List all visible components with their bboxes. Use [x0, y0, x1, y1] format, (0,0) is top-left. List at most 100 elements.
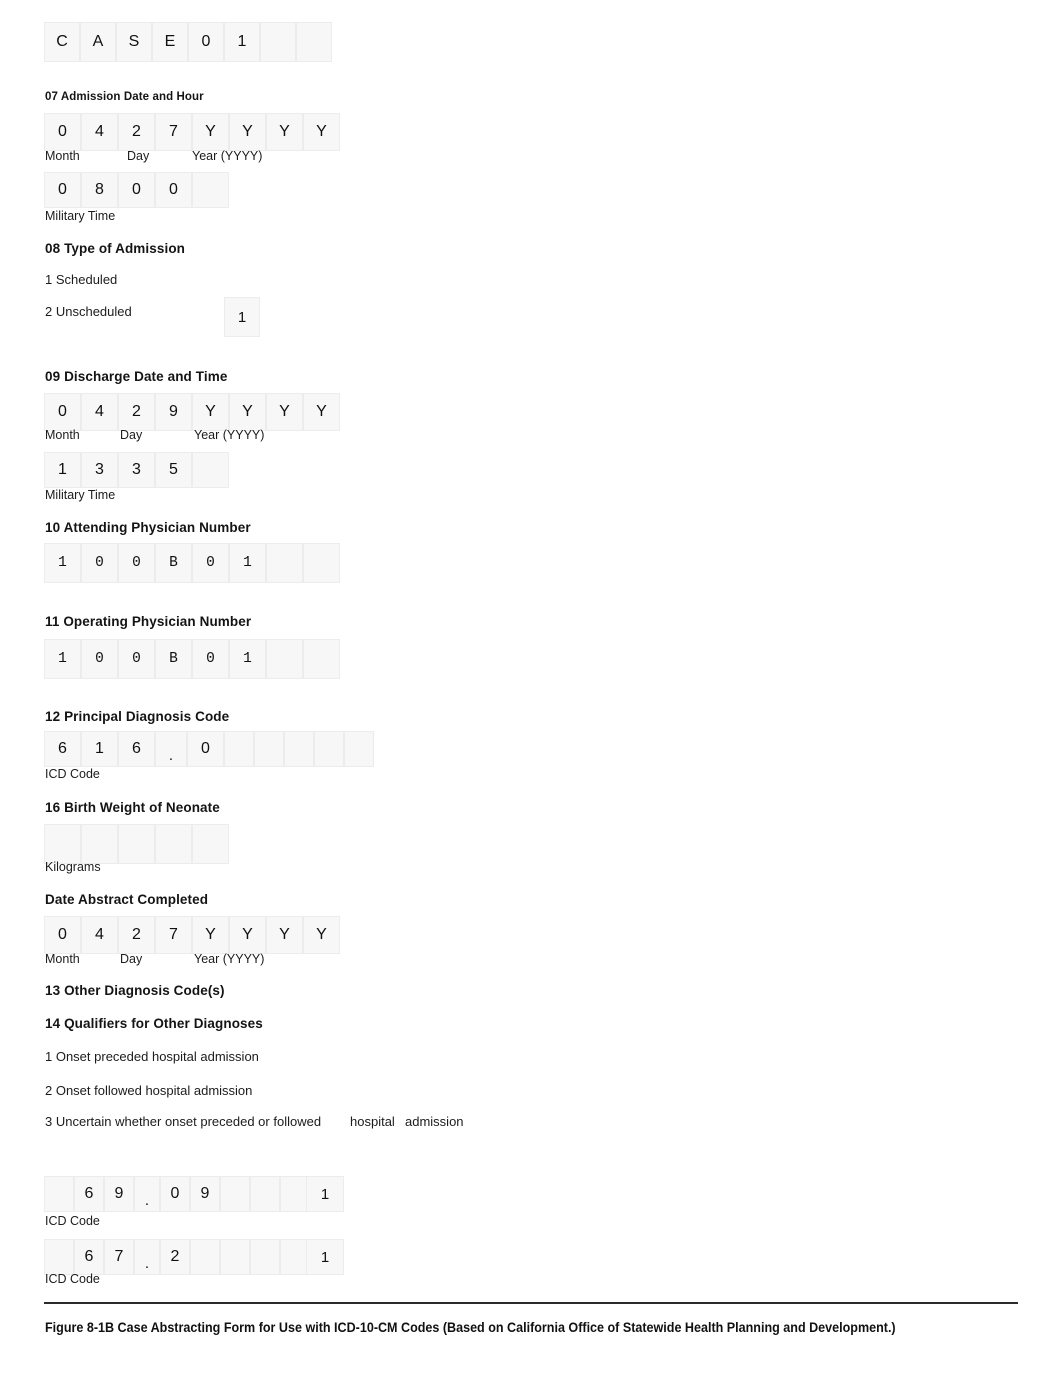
- case-id-cell-8[interactable]: [296, 22, 332, 62]
- attending-physician-cell-4[interactable]: B: [155, 543, 192, 583]
- attending-physician-cell-8[interactable]: [303, 543, 340, 583]
- discharge-year-2[interactable]: Y: [229, 393, 266, 431]
- discharge-day-tens[interactable]: 2: [118, 393, 155, 431]
- admission-time-2[interactable]: 8: [81, 172, 118, 208]
- discharge-year-4[interactable]: Y: [303, 393, 340, 431]
- principal-dx-cell-5[interactable]: [224, 731, 254, 767]
- case-id-cell-3[interactable]: S: [116, 22, 152, 62]
- admission-time-4[interactable]: 0: [155, 172, 192, 208]
- other-dx-1-qualifier-box[interactable]: 1: [306, 1176, 344, 1212]
- operating-physician-cell-8[interactable]: [303, 639, 340, 679]
- field-16-row[interactable]: [44, 824, 229, 864]
- operating-physician-cell-2[interactable]: 0: [81, 639, 118, 679]
- case-id-cell-2[interactable]: A: [80, 22, 116, 62]
- attending-physician-cell-6[interactable]: 1: [229, 543, 266, 583]
- abstract-year-2[interactable]: Y: [229, 916, 266, 954]
- case-id-cell-5[interactable]: 0: [188, 22, 224, 62]
- field-11-row[interactable]: 1 0 0 B 0 1: [44, 639, 340, 679]
- principal-dx-cell-3[interactable]: 6: [118, 731, 155, 767]
- operating-physician-cell-4[interactable]: B: [155, 639, 192, 679]
- attending-physician-cell-7[interactable]: [266, 543, 303, 583]
- principal-dx-cell-1[interactable]: 6: [44, 731, 81, 767]
- other-dx-row-2[interactable]: 6 7 . 2: [44, 1239, 310, 1275]
- other-dx-2-cell-6[interactable]: [220, 1239, 250, 1275]
- principal-dx-cell-9[interactable]: [344, 731, 374, 767]
- operating-physician-cell-1[interactable]: 1: [44, 639, 81, 679]
- field-07-date-row[interactable]: 0 4 2 7 Y Y Y Y: [44, 113, 340, 151]
- admission-year-3[interactable]: Y: [266, 113, 303, 151]
- other-dx-1-cell-7[interactable]: [250, 1176, 280, 1212]
- case-id-cell-7[interactable]: [260, 22, 296, 62]
- discharge-year-3[interactable]: Y: [266, 393, 303, 431]
- field-09-date-row[interactable]: 0 4 2 9 Y Y Y Y: [44, 393, 340, 431]
- operating-physician-cell-3[interactable]: 0: [118, 639, 155, 679]
- admission-month-ones[interactable]: 4: [81, 113, 118, 151]
- case-id-cell-1[interactable]: C: [44, 22, 80, 62]
- operating-physician-cell-5[interactable]: 0: [192, 639, 229, 679]
- case-id-cell-6[interactable]: 1: [224, 22, 260, 62]
- discharge-month-tens[interactable]: 0: [44, 393, 81, 431]
- other-dx-1-cell-6[interactable]: [220, 1176, 250, 1212]
- admission-month-tens[interactable]: 0: [44, 113, 81, 151]
- abstract-day-ones[interactable]: 7: [155, 916, 192, 954]
- discharge-month-ones[interactable]: 4: [81, 393, 118, 431]
- field-09-time-row[interactable]: 1 3 3 5: [44, 452, 229, 488]
- field-12-row[interactable]: 6 1 6 . 0: [44, 731, 374, 767]
- attending-physician-cell-3[interactable]: 0: [118, 543, 155, 583]
- other-dx-2-cell-3[interactable]: 7: [104, 1239, 134, 1275]
- discharge-time-4[interactable]: 5: [155, 452, 192, 488]
- operating-physician-cell-7[interactable]: [266, 639, 303, 679]
- admission-year-1[interactable]: Y: [192, 113, 229, 151]
- attending-physician-cell-2[interactable]: 0: [81, 543, 118, 583]
- other-dx-2-cell-5[interactable]: [190, 1239, 220, 1275]
- discharge-time-1[interactable]: 1: [44, 452, 81, 488]
- birth-weight-cell-3[interactable]: [118, 824, 155, 864]
- admission-time-3[interactable]: 0: [118, 172, 155, 208]
- birth-weight-cell-4[interactable]: [155, 824, 192, 864]
- discharge-time-3[interactable]: 3: [118, 452, 155, 488]
- principal-dx-cell-6[interactable]: [254, 731, 284, 767]
- admission-time-5[interactable]: [192, 172, 229, 208]
- discharge-day-ones[interactable]: 9: [155, 393, 192, 431]
- attending-physician-cell-5[interactable]: 0: [192, 543, 229, 583]
- other-dx-2-qualifier-box[interactable]: 1: [306, 1239, 344, 1275]
- operating-physician-cell-6[interactable]: 1: [229, 639, 266, 679]
- field-10-row[interactable]: 1 0 0 B 0 1: [44, 543, 340, 583]
- abstract-year-3[interactable]: Y: [266, 916, 303, 954]
- other-dx-1-cell-2[interactable]: 6: [74, 1176, 104, 1212]
- abstract-year-4[interactable]: Y: [303, 916, 340, 954]
- abstract-month-tens[interactable]: 0: [44, 916, 81, 954]
- other-dx-2-cell-7[interactable]: [250, 1239, 280, 1275]
- case-id-row[interactable]: C A S E 0 1: [44, 22, 332, 62]
- attending-physician-cell-1[interactable]: 1: [44, 543, 81, 583]
- other-dx-1-cell-3[interactable]: 9: [104, 1176, 134, 1212]
- birth-weight-cell-2[interactable]: [81, 824, 118, 864]
- field-08-answer-box[interactable]: 1: [224, 297, 260, 337]
- discharge-time-2[interactable]: 3: [81, 452, 118, 488]
- birth-weight-cell-5[interactable]: [192, 824, 229, 864]
- other-dx-2-cell-1[interactable]: [44, 1239, 74, 1275]
- birth-weight-cell-1[interactable]: [44, 824, 81, 864]
- admission-day-ones[interactable]: 7: [155, 113, 192, 151]
- admission-year-2[interactable]: Y: [229, 113, 266, 151]
- abstract-month-ones[interactable]: 4: [81, 916, 118, 954]
- other-dx-1-cell-5[interactable]: 9: [190, 1176, 220, 1212]
- principal-dx-cell-2[interactable]: 1: [81, 731, 118, 767]
- date-abstract-row[interactable]: 0 4 2 7 Y Y Y Y: [44, 916, 340, 954]
- principal-dx-cell-7[interactable]: [284, 731, 314, 767]
- principal-dx-cell-4[interactable]: 0: [187, 731, 224, 767]
- other-dx-2-cell-4[interactable]: 2: [160, 1239, 190, 1275]
- other-dx-row-1[interactable]: 6 9 . 0 9: [44, 1176, 310, 1212]
- admission-year-4[interactable]: Y: [303, 113, 340, 151]
- abstract-year-1[interactable]: Y: [192, 916, 229, 954]
- field-07-time-row[interactable]: 0 8 0 0: [44, 172, 229, 208]
- admission-time-1[interactable]: 0: [44, 172, 81, 208]
- admission-day-tens[interactable]: 2: [118, 113, 155, 151]
- case-id-cell-4[interactable]: E: [152, 22, 188, 62]
- discharge-time-5[interactable]: [192, 452, 229, 488]
- abstract-day-tens[interactable]: 2: [118, 916, 155, 954]
- other-dx-1-cell-4[interactable]: 0: [160, 1176, 190, 1212]
- other-dx-2-cell-2[interactable]: 6: [74, 1239, 104, 1275]
- principal-dx-cell-8[interactable]: [314, 731, 344, 767]
- other-dx-1-cell-1[interactable]: [44, 1176, 74, 1212]
